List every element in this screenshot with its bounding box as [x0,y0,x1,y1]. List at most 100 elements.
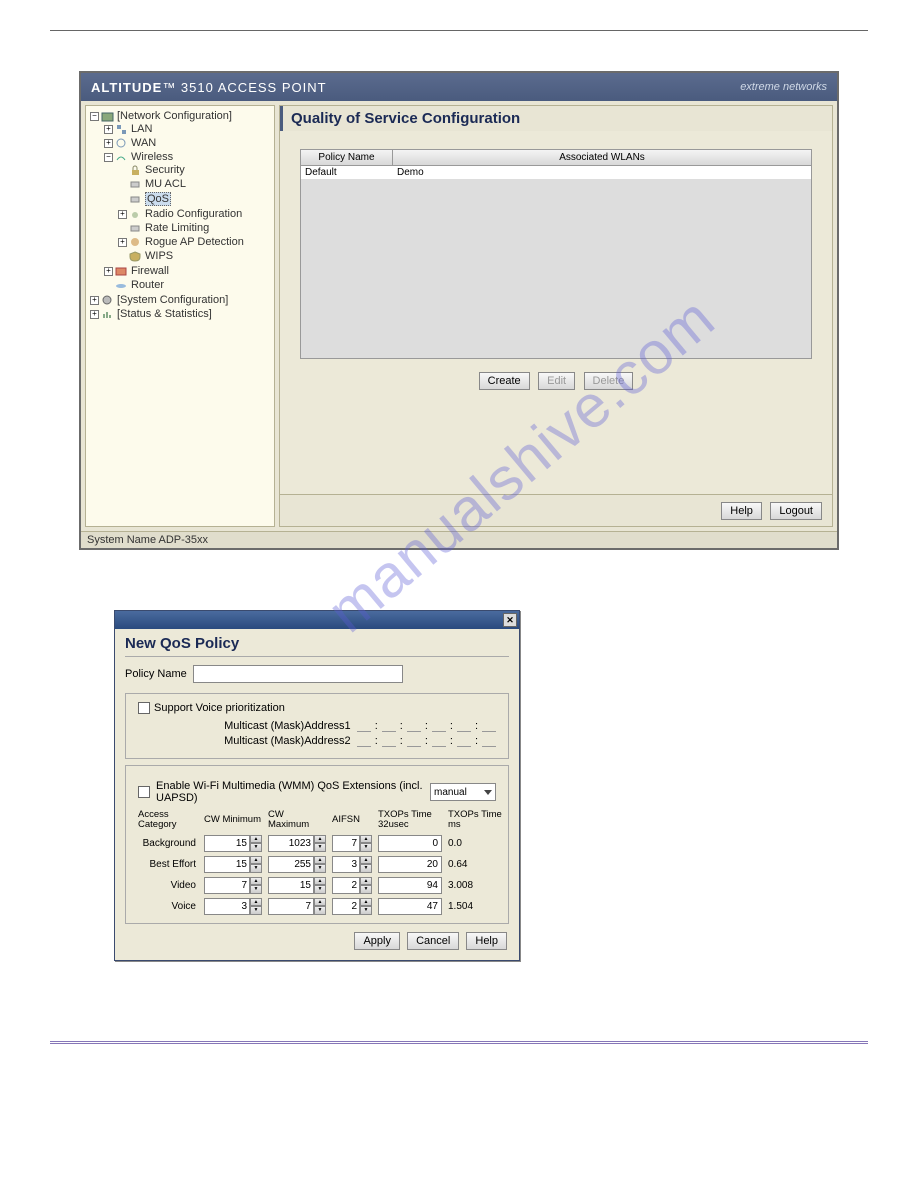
tree-status-statistics[interactable]: +[Status & Statistics] [90,308,272,320]
logout-button[interactable]: Logout [770,502,822,520]
chart-icon [101,309,114,320]
tree-system-configuration[interactable]: +[System Configuration] [90,294,272,306]
dialog-title-bar: ✕ [115,611,519,629]
delete-button[interactable]: Delete [584,372,634,390]
tree-radio-config[interactable]: +Radio Configuration [118,208,272,220]
wmm-group: Enable Wi-Fi Multimedia (WMM) QoS Extens… [125,765,509,924]
bg-aifsn[interactable]: 7▲▼ [332,835,372,852]
table-row[interactable]: Default Demo [301,166,811,179]
qos-icon [129,194,142,205]
vi-ms: 3.008 [448,880,508,891]
cat-voice: Voice [138,901,198,912]
tree-rate-limiting[interactable]: Rate Limiting [118,222,272,234]
down-icon[interactable]: ▼ [250,843,262,852]
expand-icon[interactable]: + [104,267,113,276]
vo-aifsn[interactable]: 2▲▼ [332,898,372,915]
wmm-grid: Access Category CW Minimum CW Maximum AI… [138,810,496,915]
close-icon[interactable]: ✕ [503,613,517,627]
folder-icon [101,111,114,122]
wmm-select[interactable]: manual [430,783,496,801]
vendor-logo: extreme networks [740,81,827,93]
edit-button[interactable]: Edit [538,372,575,390]
tree-firewall[interactable]: +Firewall [104,265,272,277]
be-aifsn[interactable]: 3▲▼ [332,856,372,873]
vi-cwmin[interactable]: 7▲▼ [204,877,262,894]
policy-name-label: Policy Name [125,668,187,680]
expand-icon[interactable]: + [118,238,127,247]
tree-wips[interactable]: WIPS [118,250,272,262]
gauge-icon [129,223,142,234]
chevron-down-icon [484,790,492,795]
mc1-input[interactable]: ::::: [357,720,496,732]
mc2-input[interactable]: ::::: [357,735,496,747]
bg-cwmin[interactable]: 15▲▼ [204,835,262,852]
tree-network-configuration[interactable]: − [Network Configuration] [90,110,272,122]
voice-group: Support Voice prioritization Multicast (… [125,693,509,759]
bg-cwmax[interactable]: 1023▲▼ [268,835,326,852]
title-bar: ALTITUDE™ 3510 ACCESS POINT extreme netw… [81,73,837,101]
tree-qos[interactable]: QoS [118,192,272,206]
voice-label: Support Voice prioritization [154,702,285,714]
tree-router[interactable]: Router [104,279,272,291]
cat-besteffort: Best Effort [138,859,198,870]
device-icon [129,179,142,190]
lock-icon [129,165,142,176]
vi-cwmax[interactable]: 15▲▼ [268,877,326,894]
wan-icon [115,138,128,149]
cell-wlans: Demo [393,166,811,179]
hd-cwmax: CW Maximum [268,810,326,831]
tree-security[interactable]: Security [118,164,272,176]
app-title: ALTITUDE™ 3510 ACCESS POINT [91,80,327,95]
voice-checkbox[interactable] [138,702,150,714]
apply-button[interactable]: Apply [354,932,400,950]
cancel-button[interactable]: Cancel [407,932,459,950]
page-footer-rule [50,1041,868,1055]
bg-ms: 0.0 [448,838,508,849]
wmm-checkbox[interactable] [138,786,150,798]
be-cwmin[interactable]: 15▲▼ [204,856,262,873]
mc2-label: Multicast (Mask)Address2 [191,735,351,747]
bg-txop[interactable]: 0 [378,835,442,852]
expand-icon[interactable]: + [90,296,99,305]
expand-icon[interactable]: + [104,125,113,134]
tree-lan[interactable]: +LAN [104,123,272,135]
col-associated-wlans[interactable]: Associated WLANs [393,150,811,165]
lan-icon [115,124,128,135]
be-txop[interactable]: 20 [378,856,442,873]
dialog-heading: New QoS Policy [125,635,509,657]
collapse-icon[interactable]: − [104,153,113,162]
policy-name-input[interactable] [193,665,403,683]
expand-icon[interactable]: + [104,139,113,148]
tree-mu-acl[interactable]: MU ACL [118,178,272,190]
cat-background: Background [138,838,198,849]
mc1-label: Multicast (Mask)Address1 [191,720,351,732]
rogue-icon [129,237,142,248]
vo-cwmin[interactable]: 3▲▼ [204,898,262,915]
vi-txop[interactable]: 94 [378,877,442,894]
up-icon[interactable]: ▲ [250,835,262,844]
radio-icon [129,209,142,220]
vo-cwmax[interactable]: 7▲▼ [268,898,326,915]
hd-aifsn: AIFSN [332,815,372,825]
cat-video: Video [138,880,198,891]
help-button[interactable]: Help [721,502,762,520]
expand-icon[interactable]: + [118,210,127,219]
nav-tree: − [Network Configuration] +LAN +WAN −Wir… [85,105,275,527]
col-policy-name[interactable]: Policy Name [301,150,393,165]
tree-rogue-ap[interactable]: +Rogue AP Detection [118,236,272,248]
collapse-icon[interactable]: − [90,112,99,121]
expand-icon[interactable]: + [90,310,99,319]
gear-icon [101,295,114,306]
tree-wan[interactable]: +WAN [104,137,272,149]
app-window: ALTITUDE™ 3510 ACCESS POINT extreme netw… [79,71,839,550]
dialog-help-button[interactable]: Help [466,932,507,950]
vi-aifsn[interactable]: 2▲▼ [332,877,372,894]
cell-policy-name: Default [301,166,393,179]
be-cwmax[interactable]: 255▲▼ [268,856,326,873]
create-button[interactable]: Create [479,372,530,390]
vo-txop[interactable]: 47 [378,898,442,915]
hd-category: Access Category [138,810,198,831]
wmm-label: Enable Wi-Fi Multimedia (WMM) QoS Extens… [156,780,424,804]
page-title: Quality of Service Configuration [280,106,832,131]
tree-wireless[interactable]: −Wireless [104,151,272,163]
